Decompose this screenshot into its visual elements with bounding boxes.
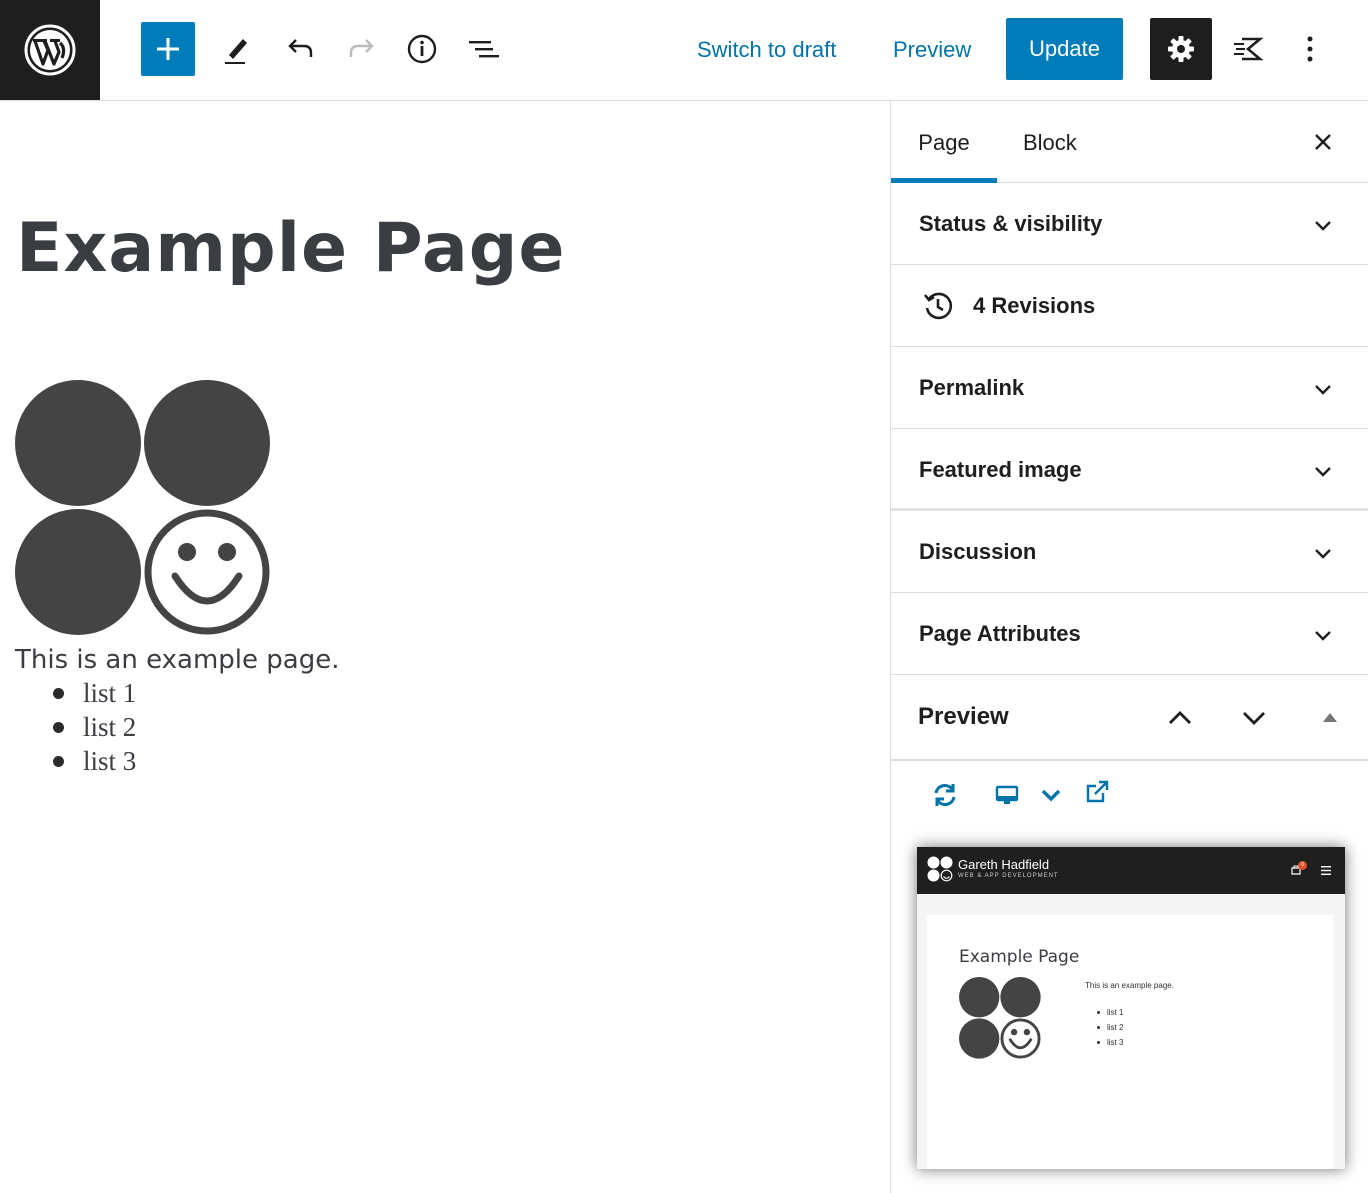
history-icon [923,292,953,320]
page-title[interactable]: Example Page [16,209,566,288]
panel-revisions[interactable]: 4 Revisions [891,265,1368,347]
bullet-icon [1097,1041,1100,1044]
add-block-button[interactable] [141,22,195,76]
options-button[interactable] [1283,22,1337,76]
chevron-down-icon [1315,631,1331,641]
preview-site-name: Gareth Hadfield [958,857,1050,872]
bullet-icon [1097,1011,1100,1014]
list-item[interactable]: list 2 [50,710,136,744]
panel-status-visibility[interactable]: Status & visibility [891,183,1368,265]
wordpress-logo-button[interactable] [0,0,100,100]
chevron-down-icon [1315,467,1331,477]
site-logo-image[interactable] [15,380,271,636]
list-item: list 1 [1095,1005,1123,1020]
panel-label: Status & visibility [919,211,1103,236]
tab-page-label: Page [918,130,970,155]
bullet-icon [53,756,64,767]
preview-page-title: Example Page [959,947,1080,967]
bullet-icon [53,722,64,733]
preview-tools [891,761,1368,831]
cart-count-badge: 0 [1298,861,1307,870]
chevron-down-icon [1315,221,1331,231]
plugin-button[interactable] [1222,22,1276,76]
paragraph-block[interactable]: This is an example page. [15,645,339,675]
panel-page-attributes[interactable]: Page Attributes [891,593,1368,675]
settings-sidebar: Page Block Status & visibility 4 Revisio… [890,101,1368,1193]
tools-button[interactable] [210,22,264,76]
list-item-text: list 2 [83,712,137,742]
settings-button[interactable] [1150,18,1212,80]
top-toolbar: Switch to draft Preview Update [0,0,1368,101]
panel-featured-image[interactable]: Featured image [891,429,1368,511]
caret-up-icon[interactable] [1322,711,1338,723]
site-logo-icon [927,856,953,882]
list-item-text: list 3 [1107,1038,1124,1047]
chevron-down-icon [1315,385,1331,395]
tab-page[interactable]: Page [891,101,997,183]
gear-icon [1168,36,1194,62]
external-link-icon[interactable] [1083,778,1111,806]
list-view-icon [469,41,499,58]
switch-to-draft-button[interactable]: Switch to draft [697,30,836,70]
close-icon[interactable] [1308,127,1338,157]
undo-button[interactable] [273,22,327,76]
list-item-text: list 2 [1107,1023,1124,1032]
list-item: list 2 [1095,1020,1123,1035]
list-item[interactable]: list 3 [50,744,136,778]
preview-panel-label: Preview [918,703,1009,730]
preview-list: list 1 list 2 list 3 [1095,1005,1123,1050]
chevron-down-icon[interactable] [1241,707,1267,729]
wordpress-icon [24,24,76,76]
details-button[interactable] [395,22,449,76]
preview-button[interactable]: Preview [893,30,971,70]
bullet-icon [53,688,64,699]
panel-label: Permalink [919,375,1025,400]
editor-canvas: Example Page This is an example page. li… [0,101,890,1193]
plugin-logo-icon [1234,37,1264,61]
more-vertical-icon [1307,36,1313,62]
tab-block[interactable]: Block [1023,101,1077,183]
redo-icon [349,39,374,57]
list-item-text: list 1 [1107,1008,1124,1017]
panel-label: Page Attributes [919,621,1081,646]
list-item-text: list 3 [83,746,137,776]
preview-thumbnail[interactable]: Gareth Hadfield WEB & APP DEVELOPMENT 0 … [917,847,1345,1169]
plus-icon [157,38,179,60]
panel-preview: Preview [891,675,1368,761]
panel-discussion[interactable]: Discussion [891,511,1368,593]
chevron-down-icon [1315,549,1331,559]
panel-label: Discussion [919,539,1037,564]
undo-icon [288,39,313,57]
list-item: list 3 [1095,1035,1123,1050]
list-item-text: list 1 [83,678,137,708]
revisions-link[interactable]: 4 Revisions [973,265,1095,347]
pencil-icon [225,39,247,64]
redo-button[interactable] [335,22,389,76]
panel-permalink[interactable]: Permalink [891,347,1368,429]
refresh-icon[interactable] [931,781,959,809]
list-block[interactable]: list 1 list 2 list 3 [50,676,136,778]
preview-site-tagline: WEB & APP DEVELOPMENT [958,873,1059,879]
preview-logo-image [959,977,1041,1059]
list-view-button[interactable] [457,22,511,76]
menu-icon [1321,866,1331,875]
update-button[interactable]: Update [1006,18,1123,80]
chevron-up-icon[interactable] [1167,707,1193,729]
panel-label: Featured image [919,457,1082,482]
sidebar-tabs: Page Block [891,101,1368,183]
preview-site-header: Gareth Hadfield WEB & APP DEVELOPMENT 0 [917,847,1345,894]
desktop-icon[interactable] [993,781,1021,809]
preview-page-body: Example Page This is an example page. li… [927,915,1333,1169]
bullet-icon [1097,1026,1100,1029]
preview-paragraph: This is an example page. [1085,981,1174,990]
info-icon [407,34,437,64]
list-item[interactable]: list 1 [50,676,136,710]
chevron-down-icon[interactable] [1037,781,1065,809]
